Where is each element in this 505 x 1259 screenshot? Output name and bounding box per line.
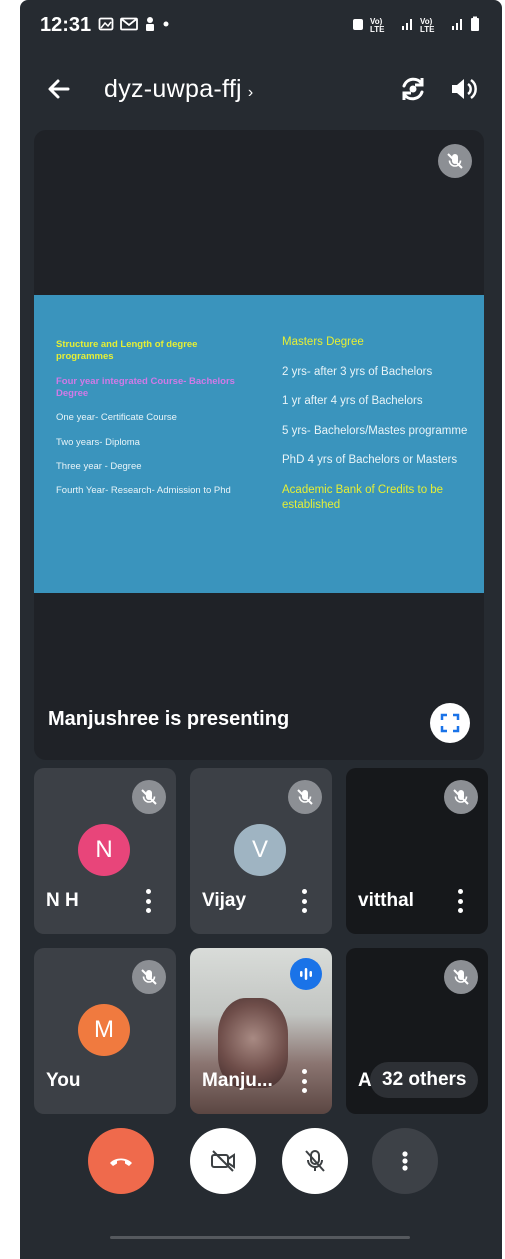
mic-off-icon [305, 1150, 325, 1172]
end-call-icon [110, 1158, 132, 1166]
participant-name: Manju... [202, 1070, 273, 1091]
notification-icons [98, 16, 170, 37]
switch-camera-icon[interactable] [396, 72, 430, 106]
more-options-icon[interactable] [296, 886, 312, 916]
presentation-tile[interactable]: Structure and Length of degree programme… [34, 130, 484, 760]
gmail-icon [120, 16, 138, 37]
slide-right-item: 5 yrs- Bachelors/Mastes programme [282, 424, 468, 437]
slide-left-item: Two years- Diploma [56, 436, 140, 448]
participant-tile[interactable]: N N H [34, 768, 176, 934]
slide-right-column: Masters Degree 2 yrs- after 3 yrs of Bac… [282, 335, 477, 514]
more-options-icon[interactable] [140, 886, 156, 916]
avatar: V [234, 824, 286, 876]
chevron-right-icon: › [247, 84, 254, 101]
more-vert-icon [402, 1151, 408, 1171]
status-time: 12:31 [40, 14, 92, 36]
slide-right-item: 1 yr after 4 yrs of Bachelors [282, 395, 423, 408]
camera-off-icon [211, 1150, 235, 1172]
participant-tile[interactable]: V Vijay [190, 768, 332, 934]
status-bar: 12:31 Vo) LTE Vo) LTE [20, 12, 502, 42]
mic-off-icon [438, 144, 472, 178]
more-options-icon[interactable] [296, 1066, 312, 1096]
others-count-button[interactable]: 32 others [370, 1062, 479, 1098]
fullscreen-button[interactable] [430, 703, 470, 743]
camera-toggle-button[interactable] [190, 1128, 256, 1194]
slide-left-item: One year- Certificate Course [56, 412, 177, 424]
slide-right-footer: Academic Bank of Credits to be establish… [282, 483, 444, 512]
gallery-icon [98, 16, 114, 37]
call-controls [20, 1128, 502, 1200]
signal1-icon [401, 17, 415, 34]
call-header: dyz-uwpa-ffj › [20, 60, 502, 120]
mic-off-icon [444, 780, 478, 814]
signal2-icon [451, 17, 465, 34]
participant-tile-others[interactable]: An 32 others [346, 948, 488, 1114]
end-call-button[interactable] [88, 1128, 154, 1194]
more-options-icon[interactable] [452, 886, 468, 916]
participant-name: N H [46, 890, 79, 911]
slide-left-subtitle: Four year integrated Course- Bachelors D… [56, 375, 235, 400]
mic-off-icon [132, 960, 166, 994]
meet-screen: 12:31 Vo) LTE Vo) LTE dyz-uwpa-ffj › Str… [20, 0, 502, 1259]
presenting-label: Manjushree is presenting [48, 708, 290, 730]
participant-name: Vijay [202, 890, 247, 911]
participant-tile-self[interactable]: M You [34, 948, 176, 1114]
mic-toggle-button[interactable] [282, 1128, 348, 1194]
participant-tile-presenter[interactable]: Manju... [190, 948, 332, 1114]
slide-right-item: PhD 4 yrs of Bachelors or Masters [282, 454, 458, 467]
mic-off-icon [288, 780, 322, 814]
mic-off-icon [444, 960, 478, 994]
dot-icon [162, 16, 170, 37]
speaker-icon[interactable] [446, 72, 480, 106]
avatar: N [78, 824, 130, 876]
avatar: M [78, 1004, 130, 1056]
volte2-label: Vo) LTE [420, 16, 435, 34]
meeting-code-text: dyz-uwpa-ffj [104, 75, 242, 103]
speaking-indicator-icon [290, 958, 322, 990]
back-arrow-icon[interactable] [42, 72, 76, 106]
alarm-icon [351, 16, 365, 35]
gesture-bar [110, 1236, 410, 1239]
participant-tile[interactable]: vitthal [346, 768, 488, 934]
meeting-code[interactable]: dyz-uwpa-ffj › [104, 75, 254, 104]
slide-right-item: 2 yrs- after 3 yrs of Bachelors [282, 365, 433, 378]
slide-left-title: Structure and Length of degree programme… [56, 339, 198, 363]
fullscreen-icon [440, 713, 460, 733]
system-icons: Vo) LTE Vo) LTE [351, 16, 480, 35]
battery-icon [470, 16, 480, 35]
mic-off-icon [132, 780, 166, 814]
slide-left-column: Structure and Length of degree programme… [56, 339, 246, 498]
person-icon [144, 16, 156, 37]
slide-left-item: Fourth Year- Research- Admission to Phd [56, 485, 231, 497]
slide-left-item: Three year - Degree [56, 461, 142, 473]
participant-name: You [46, 1070, 81, 1091]
shared-slide: Structure and Length of degree programme… [34, 295, 484, 593]
slide-right-title: Masters Degree [282, 336, 364, 348]
volte1-label: Vo) LTE [370, 16, 385, 34]
participant-name: vitthal [358, 890, 414, 911]
more-options-button[interactable] [372, 1128, 438, 1194]
